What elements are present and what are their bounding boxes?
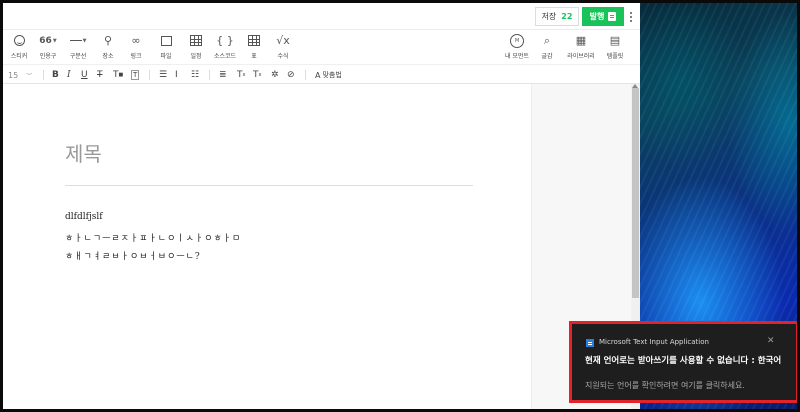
list-icon[interactable]: ☷ <box>191 68 199 82</box>
file-icon <box>160 35 172 46</box>
font-size-select[interactable]: 15 ﹀ <box>8 68 32 82</box>
divider <box>43 70 44 80</box>
code-icon: { } <box>216 34 234 47</box>
line-height-icon[interactable]: ≣ <box>219 68 227 82</box>
strikethrough-icon[interactable]: T <box>97 68 103 82</box>
chevron-down-icon: ▼ <box>82 37 87 44</box>
more-dot-icon <box>630 11 632 14</box>
toolbar-place-label: 장소 <box>102 53 114 60</box>
font-size-value: 15 <box>8 70 19 80</box>
body-text-line[interactable]: ㅎㅏㄴㄱㅡㄹㅈㅏㅍㅏㄴㅇㅣㅅㅏㅇㅎㅏㅁ <box>65 231 241 244</box>
more-options-button[interactable] <box>627 8 635 25</box>
save-button[interactable]: 저장 22 <box>535 7 579 26</box>
divider <box>209 70 210 80</box>
toolbar-library[interactable]: ▦ 라이브러리 <box>564 33 598 63</box>
toolbar-schedule-label: 일정 <box>190 53 202 60</box>
chevron-down-icon: ▼ <box>52 37 57 44</box>
schedule-icon <box>190 35 202 46</box>
link-icon: ∞ <box>131 34 141 47</box>
spell-check-label: 맞춤법 <box>322 71 342 79</box>
background-color-icon[interactable]: T <box>131 70 140 80</box>
publish-button-label: 발행 <box>589 12 605 21</box>
chevron-down-icon: ﹀ <box>26 72 33 80</box>
spell-check-icon: A <box>315 70 321 80</box>
toolbar-formula-label: 수식 <box>277 53 289 60</box>
sticker-icon <box>13 35 25 46</box>
bold-icon[interactable]: B <box>52 68 59 82</box>
italic-icon[interactable]: I <box>67 68 71 82</box>
save-button-label: 저장 <box>541 12 557 21</box>
table-icon <box>248 35 260 46</box>
toolbar-table-label: 표 <box>251 53 257 60</box>
toolbar-quote[interactable]: 66 ▼ 인용구 <box>35 33 61 63</box>
library-icon: ▦ <box>575 34 587 47</box>
toolbar-my-moment[interactable]: M 내 모먼트 <box>502 33 532 63</box>
divider-icon <box>69 40 82 41</box>
toolbar-table[interactable]: 표 <box>241 33 267 63</box>
keyboard-app-icon <box>586 339 594 347</box>
toolbar-file[interactable]: 파일 <box>153 33 179 63</box>
toolbar-sticker[interactable]: 스티커 <box>6 33 32 63</box>
toolbar-place[interactable]: ⚲ 장소 <box>95 33 121 63</box>
close-icon[interactable]: ✕ <box>767 336 775 346</box>
divider <box>305 70 306 80</box>
toolbar-link-label: 링크 <box>130 53 142 60</box>
toast-title: 현재 언어로는 받아쓰기를 사용할 수 없습니다 : 한국어 <box>585 356 782 366</box>
toolbar-divider[interactable]: ▼ 구분선 <box>65 33 91 63</box>
place-icon: ⚲ <box>103 34 113 47</box>
moment-icon: M <box>510 33 524 48</box>
special-character-icon[interactable]: ✲ <box>271 68 279 82</box>
toolbar-code-label: 소스코드 <box>213 53 237 60</box>
toolbar-material[interactable]: ⌕ 글감 <box>534 33 560 63</box>
material-icon: ⌕ <box>543 33 551 47</box>
title-divider <box>65 185 473 186</box>
toolbar-code[interactable]: { } 소스코드 <box>212 33 238 63</box>
more-dot-icon <box>630 19 632 22</box>
superscript-icon[interactable]: Tx <box>237 68 245 82</box>
document-icon <box>608 12 617 21</box>
toast-body[interactable]: 지원되는 언어를 확인하려면 여기를 클릭하세요. <box>585 380 745 391</box>
quote-icon: 66 <box>39 35 52 46</box>
toolbar-divider-label: 구분선 <box>69 53 87 60</box>
format-toolbar: 15 ﹀ B I U T T ■ T ☰ Ι ☷ ≣ Tx Tx ✲ ⊘ A 맞춤… <box>3 64 640 84</box>
more-dot-icon <box>630 15 632 18</box>
subscript-icon[interactable]: Tx <box>253 68 261 82</box>
toolbar-link[interactable]: ∞ 링크 <box>123 33 149 63</box>
toolbar-quote-label: 인용구 <box>39 53 57 60</box>
toolbar-my-moment-label: 내 모먼트 <box>505 53 529 60</box>
toolbar-library-label: 라이브러리 <box>567 53 595 60</box>
screen-frame: 저장 22 발행 스티커 66 ▼ 인용구 ▼ 구분선 ⚲ 장소 ∞ 링크 파일… <box>0 0 800 412</box>
toast-app-name: Microsoft Text Input Application <box>599 338 709 346</box>
toolbar-sticker-label: 스티커 <box>10 53 28 60</box>
save-count[interactable]: 22 <box>561 12 572 21</box>
title-input[interactable]: 제목 <box>65 138 102 167</box>
divider <box>149 70 150 80</box>
blog-editor-window: 저장 22 발행 스티커 66 ▼ 인용구 ▼ 구분선 ⚲ 장소 ∞ 링크 파일… <box>3 3 640 409</box>
toolbar-template-label: 템플릿 <box>606 53 624 60</box>
underline-icon[interactable]: U <box>81 68 88 82</box>
font-color-icon[interactable]: T ■ <box>113 68 123 82</box>
toolbar-formula[interactable]: √x 수식 <box>270 33 296 63</box>
body-text-line[interactable]: ㅎㅐㄱㅕㄹㅂㅏㅇㅂㅓㅂㅇㅡㄴ? <box>65 249 201 262</box>
toast-notification[interactable]: Microsoft Text Input Application ✕ 현재 언어… <box>572 324 796 400</box>
align-center-icon[interactable]: Ι <box>175 68 178 82</box>
link-icon[interactable]: ⊘ <box>287 68 295 82</box>
insert-toolbar: 스티커 66 ▼ 인용구 ▼ 구분선 ⚲ 장소 ∞ 링크 파일 일정 {} 소… <box>3 30 640 64</box>
publish-button[interactable]: 발행 <box>582 7 624 26</box>
formula-icon: √x <box>276 34 290 47</box>
body-text-line[interactable]: dlfdlfjslf <box>65 212 103 222</box>
toolbar-file-label: 파일 <box>160 53 172 60</box>
template-icon: ▤ <box>609 34 621 47</box>
scrollbar-thumb[interactable] <box>632 88 639 298</box>
toolbar-material-label: 글감 <box>541 53 553 60</box>
toolbar-schedule[interactable]: 일정 <box>183 33 209 63</box>
editor-canvas[interactable] <box>3 84 531 409</box>
align-left-icon[interactable]: ☰ <box>159 68 167 82</box>
spell-check-button[interactable]: A 맞춤법 <box>315 68 342 82</box>
toolbar-template[interactable]: ▤ 템플릿 <box>602 33 628 63</box>
editor-topbar: 저장 22 발행 <box>3 3 640 30</box>
